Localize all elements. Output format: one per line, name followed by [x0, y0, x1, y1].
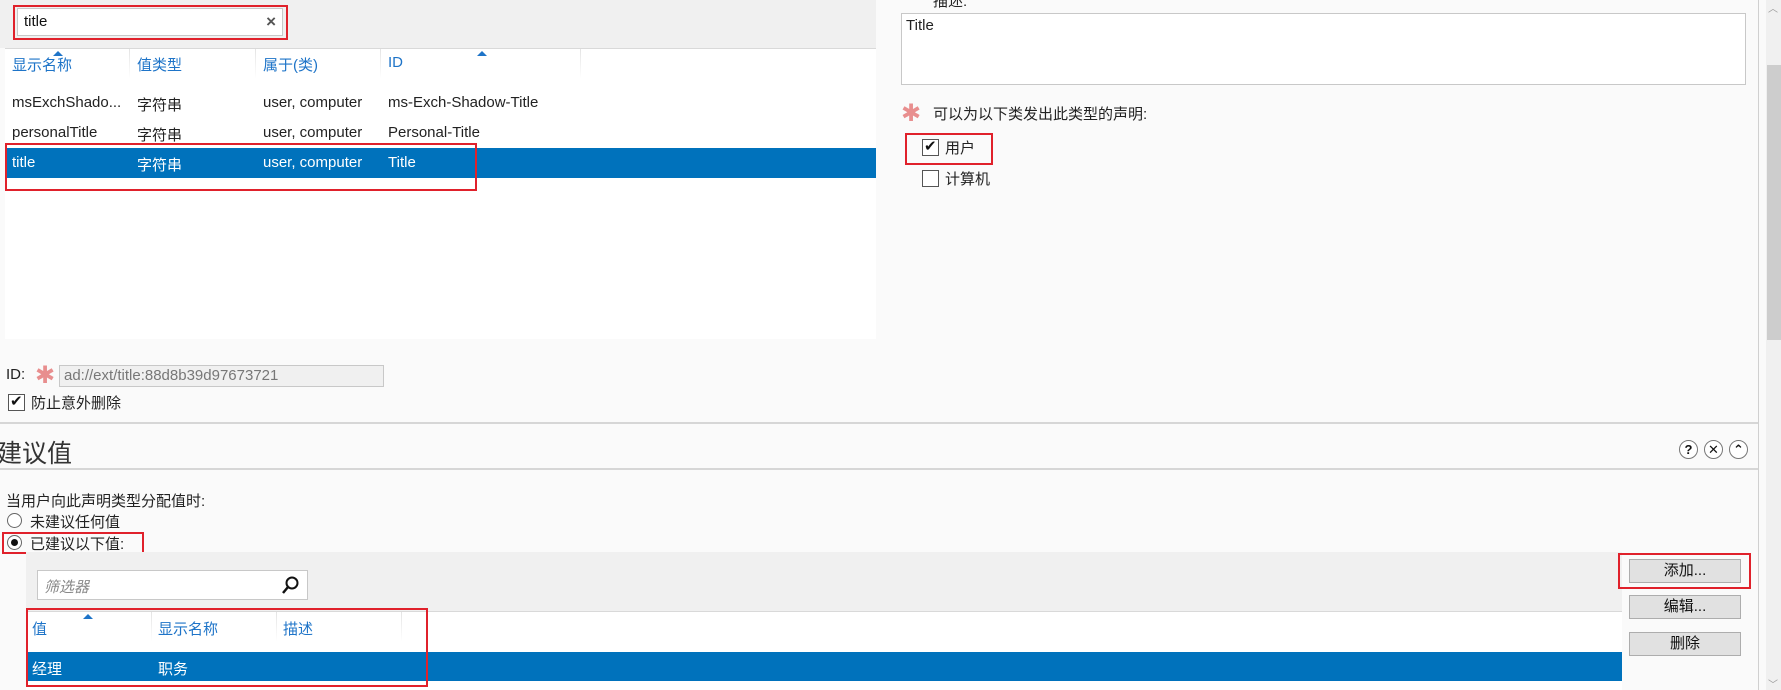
column-header-value-type[interactable]: 值类型 — [137, 54, 182, 75]
row-value-type: 字符串 — [137, 127, 183, 144]
column-divider[interactable] — [151, 612, 152, 642]
row-value: 经理 — [32, 661, 63, 678]
row-classes: user, computer — [263, 124, 363, 141]
column-header-display-name[interactable]: 显示名称 — [12, 54, 72, 75]
description-label: 描述: — [933, 0, 968, 10]
column-header-description[interactable]: 描述 — [283, 618, 313, 639]
filter-placeholder: 筛选器 — [44, 579, 90, 596]
list-row[interactable]: msExchShado... 字符串 user, computer ms-Exc… — [5, 88, 876, 118]
clear-search-icon[interactable]: × — [266, 12, 276, 32]
assign-prompt: 当用户向此声明类型分配值时: — [6, 493, 206, 510]
checkbox-computer-label[interactable]: 计算机 — [945, 168, 990, 189]
column-header-display-name[interactable]: 显示名称 — [158, 618, 218, 639]
row-display-name: 职务 — [158, 661, 189, 678]
row-id: ms-Exch-Shadow-Title — [388, 94, 539, 111]
sort-ascending-icon — [53, 51, 63, 56]
attribute-list: 显示名称 值类型 属于(类) ID msExchShado... 字符串 use… — [5, 48, 876, 339]
column-header-value[interactable]: 值 — [32, 618, 47, 639]
column-divider[interactable] — [580, 49, 581, 79]
edit-button[interactable]: 编辑... — [1629, 595, 1741, 619]
column-divider[interactable] — [129, 49, 130, 79]
column-header-classes[interactable]: 属于(类) — [263, 54, 318, 75]
row-classes: user, computer — [263, 94, 363, 111]
radio-suggest-label[interactable]: 已建议以下值: — [30, 533, 124, 554]
checkbox-protect-delete[interactable] — [8, 392, 25, 411]
help-icon[interactable]: ? — [1679, 440, 1698, 459]
description-textarea[interactable]: Title — [901, 13, 1746, 85]
checkbox-user-label[interactable]: 用户 — [945, 137, 975, 158]
checkbox-user[interactable] — [922, 137, 939, 156]
column-divider[interactable] — [401, 612, 402, 642]
row-id: Personal-Title — [388, 124, 480, 141]
row-id: Title — [388, 154, 416, 171]
scrollbar-thumb[interactable] — [1767, 65, 1781, 340]
id-input[interactable]: ad://ext/title:88d8b39d97673721 — [59, 365, 384, 387]
search-icon[interactable] — [281, 574, 301, 596]
row-classes: user, computer — [263, 154, 363, 171]
column-divider[interactable] — [380, 49, 381, 79]
id-label: ID: — [6, 366, 26, 383]
close-icon[interactable]: ✕ — [1704, 440, 1723, 459]
sort-ascending-icon — [83, 614, 93, 619]
panel-border — [1758, 0, 1759, 690]
search-input[interactable]: title × — [17, 8, 283, 36]
row-value-type: 字符串 — [137, 97, 183, 114]
required-asterisk-icon: ✱ — [35, 362, 56, 389]
filter-input[interactable]: 筛选器 — [37, 570, 308, 600]
suggested-values-table: 值 显示名称 描述 经理 职务 — [26, 611, 1622, 690]
scroll-down-icon[interactable]: ﹀ — [1768, 676, 1778, 690]
required-asterisk-icon: ✱ — [901, 100, 922, 127]
column-divider[interactable] — [255, 49, 256, 79]
collapse-icon[interactable]: ⌃ — [1729, 440, 1748, 459]
scroll-up-icon[interactable]: ︿ — [1768, 0, 1778, 15]
section-divider — [0, 468, 1758, 470]
row-display-name: personalTitle — [12, 124, 98, 141]
add-button[interactable]: 添加... — [1629, 559, 1741, 583]
list-row[interactable]: personalTitle 字符串 user, computer Persona… — [5, 118, 876, 148]
section-title: 建议值 — [0, 440, 73, 468]
claim-type-properties: title × 显示名称 值类型 属于(类) ID msExchShado...… — [0, 0, 1781, 690]
delete-button[interactable]: 删除 — [1629, 632, 1741, 656]
radio-no-suggest[interactable] — [7, 513, 22, 528]
protect-delete-label[interactable]: 防止意外删除 — [31, 392, 121, 413]
row-display-name: msExchShado... — [12, 94, 122, 111]
sort-ascending-icon — [477, 51, 487, 56]
column-divider[interactable] — [276, 612, 277, 642]
table-row-selected[interactable]: 经理 职务 — [26, 652, 1622, 681]
section-divider — [0, 422, 1758, 424]
radio-suggest[interactable] — [7, 535, 22, 550]
list-row-selected[interactable]: title 字符串 user, computer Title — [5, 148, 876, 178]
search-value: title — [24, 13, 48, 30]
row-value-type: 字符串 — [137, 157, 183, 174]
issue-for-label: 可以为以下类发出此类型的声明: — [933, 106, 1148, 123]
checkbox-computer[interactable] — [922, 170, 939, 187]
column-header-id[interactable]: ID — [388, 54, 403, 71]
radio-no-suggest-label[interactable]: 未建议任何值 — [30, 511, 120, 532]
row-display-name: title — [12, 154, 36, 171]
attribute-list-header: 显示名称 值类型 属于(类) ID — [5, 48, 876, 80]
